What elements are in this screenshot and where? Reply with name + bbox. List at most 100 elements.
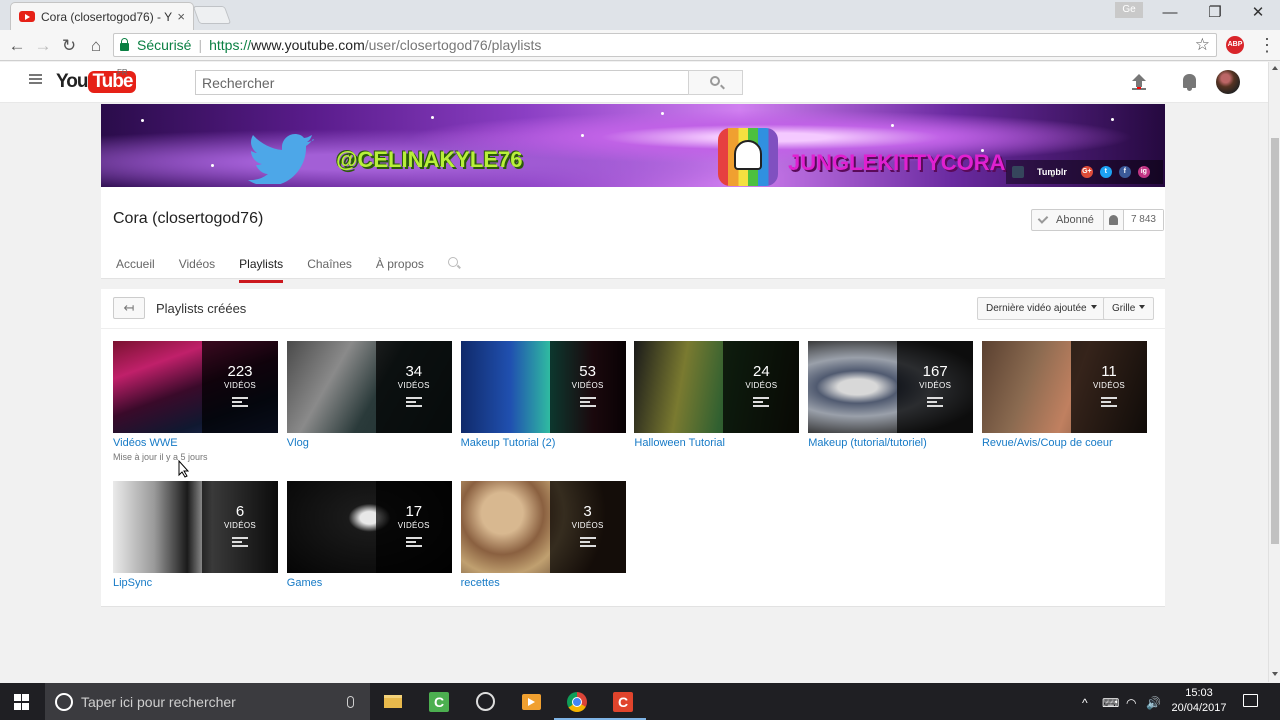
microphone-icon[interactable] [347,695,354,708]
tray-expand-icon[interactable]: ^ [1082,696,1088,710]
video-player-app[interactable] [508,683,554,720]
playlist-thumbnail[interactable]: 3 VIDÉOS [460,481,626,573]
obs-app[interactable] [462,683,508,720]
playlist-title[interactable]: Makeup Tutorial (2) [461,437,626,449]
channel-header: Cora (closertogod76) Abonné 7 843 Accuei… [101,187,1165,283]
scrollbar-thumb[interactable] [1271,138,1279,544]
address-bar[interactable]: Sécurisé | https://www.youtube.com/user/… [113,33,1217,57]
playlist-title[interactable]: Vlog [287,437,452,449]
google-plus-icon[interactable]: G+ [1080,166,1093,178]
wifi-icon[interactable]: ◠ [1126,696,1136,710]
camtasia-app[interactable]: C [416,683,462,720]
playlist-title[interactable]: Halloween Tutorial [634,437,799,449]
video-count: 167 [922,363,948,380]
back-button[interactable]: ↤ [113,297,145,319]
windows-taskbar: Taper ici pour rechercher C C ^ ⌨ ◠ 🔊 15… [0,683,1280,720]
playlist-title[interactable]: Vidéos WWE [113,437,278,449]
search-button[interactable] [688,70,743,95]
playlist-title[interactable]: recettes [461,577,626,589]
scroll-down-icon[interactable] [1272,672,1278,676]
notifications-bell-icon[interactable] [1183,74,1196,91]
new-tab-button[interactable] [192,6,232,24]
playlist-thumbnail[interactable]: 167 VIDÉOS [808,341,974,433]
videos-label: VIDÉOS [397,381,430,390]
tumblr-icon[interactable] [1012,166,1024,178]
playlist-thumbnail[interactable]: 24 VIDÉOS [634,341,800,433]
reload-icon[interactable]: ↻ [58,35,80,57]
browser-menu-icon[interactable]: ⋮ [1258,34,1276,56]
playlist-thumbnail[interactable]: 34 VIDÉOS [286,341,452,433]
volume-icon[interactable]: 🔊 [1146,696,1161,710]
clock-time: 15:03 [1185,687,1213,699]
video-player-icon [521,693,541,710]
browser-tab[interactable]: Cora (closertogod76) - Y × [10,2,194,30]
playlist-item[interactable]: 6 VIDÉOS LipSync [113,481,278,621]
playlist-count-overlay: 6 VIDÉOS [202,481,278,573]
taskbar-clock[interactable]: 15:03 20/04/2017 [1168,686,1230,716]
playlist-title[interactable]: LipSync [113,577,278,589]
adblock-icon[interactable]: ABP [1226,36,1244,54]
windows-start-icon[interactable] [14,694,30,710]
home-icon[interactable]: ⌂ [85,35,107,57]
close-window-button[interactable]: ✕ [1238,3,1278,23]
playlist-item[interactable]: 24 VIDÉOS Halloween Tutorial [634,341,800,481]
subscribe-label: Abonné [1056,214,1094,226]
playlist-title[interactable]: Revue/Avis/Coup de coeur [982,437,1147,449]
view-dropdown[interactable]: Grille [1103,297,1155,320]
playlist-title[interactable]: Makeup (tutorial/tutoriel) [808,437,973,449]
subscribed-button[interactable]: Abonné [1032,210,1104,230]
logo-tube: Tube [88,71,137,93]
playlist-item[interactable]: 3 VIDÉOS recettes [460,481,626,621]
playlist-item[interactable]: 17 VIDÉOS Games [286,481,452,621]
restore-button[interactable]: ❐ [1195,3,1235,23]
account-avatar[interactable] [1216,70,1240,94]
tumblr-link[interactable]: Tumblr [1037,167,1067,177]
file-explorer-app[interactable] [370,683,416,720]
playlist-item[interactable]: 167 VIDÉOS Makeup (tutorial/tutoriel) [808,341,974,481]
chrome-app[interactable] [554,683,600,720]
playlist-item[interactable]: 223 VIDÉOS Vidéos WWE Mise à jour il y a… [113,341,278,481]
tab-a-propos[interactable]: À propos [376,257,424,283]
scroll-up-icon[interactable] [1272,66,1278,70]
notification-bell-button[interactable] [1104,210,1124,230]
playlist-thumbnail[interactable]: 11 VIDÉOS [981,341,1147,433]
videos-label: VIDÉOS [919,381,952,390]
action-center-icon[interactable] [1243,694,1258,707]
playlist-thumbnail[interactable]: 17 VIDÉOS [286,481,452,573]
playlist-icon [405,397,422,407]
tab-chaines[interactable]: Chaînes [307,257,352,283]
search-input[interactable] [195,70,688,95]
tab-close-icon[interactable]: × [177,9,185,24]
instagram-icon[interactable]: ig [1137,166,1150,178]
twitter-bird-icon [248,134,314,184]
playlist-thumbnail[interactable]: 223 VIDÉOS [113,341,278,433]
sort-dropdown[interactable]: Dernière vidéo ajoutée [977,297,1106,320]
playlist-thumbnail[interactable]: 53 VIDÉOS [460,341,626,433]
facebook-icon[interactable]: f [1118,166,1131,178]
videos-label: VIDÉOS [571,521,604,530]
taskbar-search[interactable]: Taper ici pour rechercher [45,683,370,720]
minimize-button[interactable]: — [1150,3,1190,23]
tab-videos[interactable]: Vidéos [179,257,215,283]
playlist-item[interactable]: 34 VIDÉOS Vlog [286,341,452,481]
bookmark-star-icon[interactable]: ☆ [1195,35,1210,55]
channel-title[interactable]: Cora (closertogod76) [113,210,263,228]
twitter-icon[interactable]: t [1099,166,1112,178]
forward-arrow-icon[interactable]: → [32,35,54,57]
playlist-title[interactable]: Games [287,577,452,589]
tab-accueil[interactable]: Accueil [116,257,155,283]
keyboard-icon[interactable]: ⌨ [1102,696,1119,710]
playlist-thumbnail[interactable]: 6 VIDÉOS [113,481,278,573]
playlist-item[interactable]: 53 VIDÉOS Makeup Tutorial (2) [460,341,626,481]
tab-playlists[interactable]: Playlists [239,257,284,283]
channel-search-icon[interactable] [447,257,458,267]
playlist-count-overlay: 17 VIDÉOS [375,481,452,573]
profile-chip[interactable]: Ge [1115,2,1143,18]
playlist-item[interactable]: 11 VIDÉOS Revue/Avis/Coup de coeur [981,341,1147,481]
camtasia-recorder-app[interactable]: C [600,683,646,720]
url-host: www.youtube.com [251,37,365,53]
back-arrow-icon[interactable]: ← [6,35,28,57]
guide-menu-icon[interactable] [29,74,42,84]
page-scrollbar[interactable] [1268,62,1280,682]
upload-icon[interactable] [1132,74,1146,90]
